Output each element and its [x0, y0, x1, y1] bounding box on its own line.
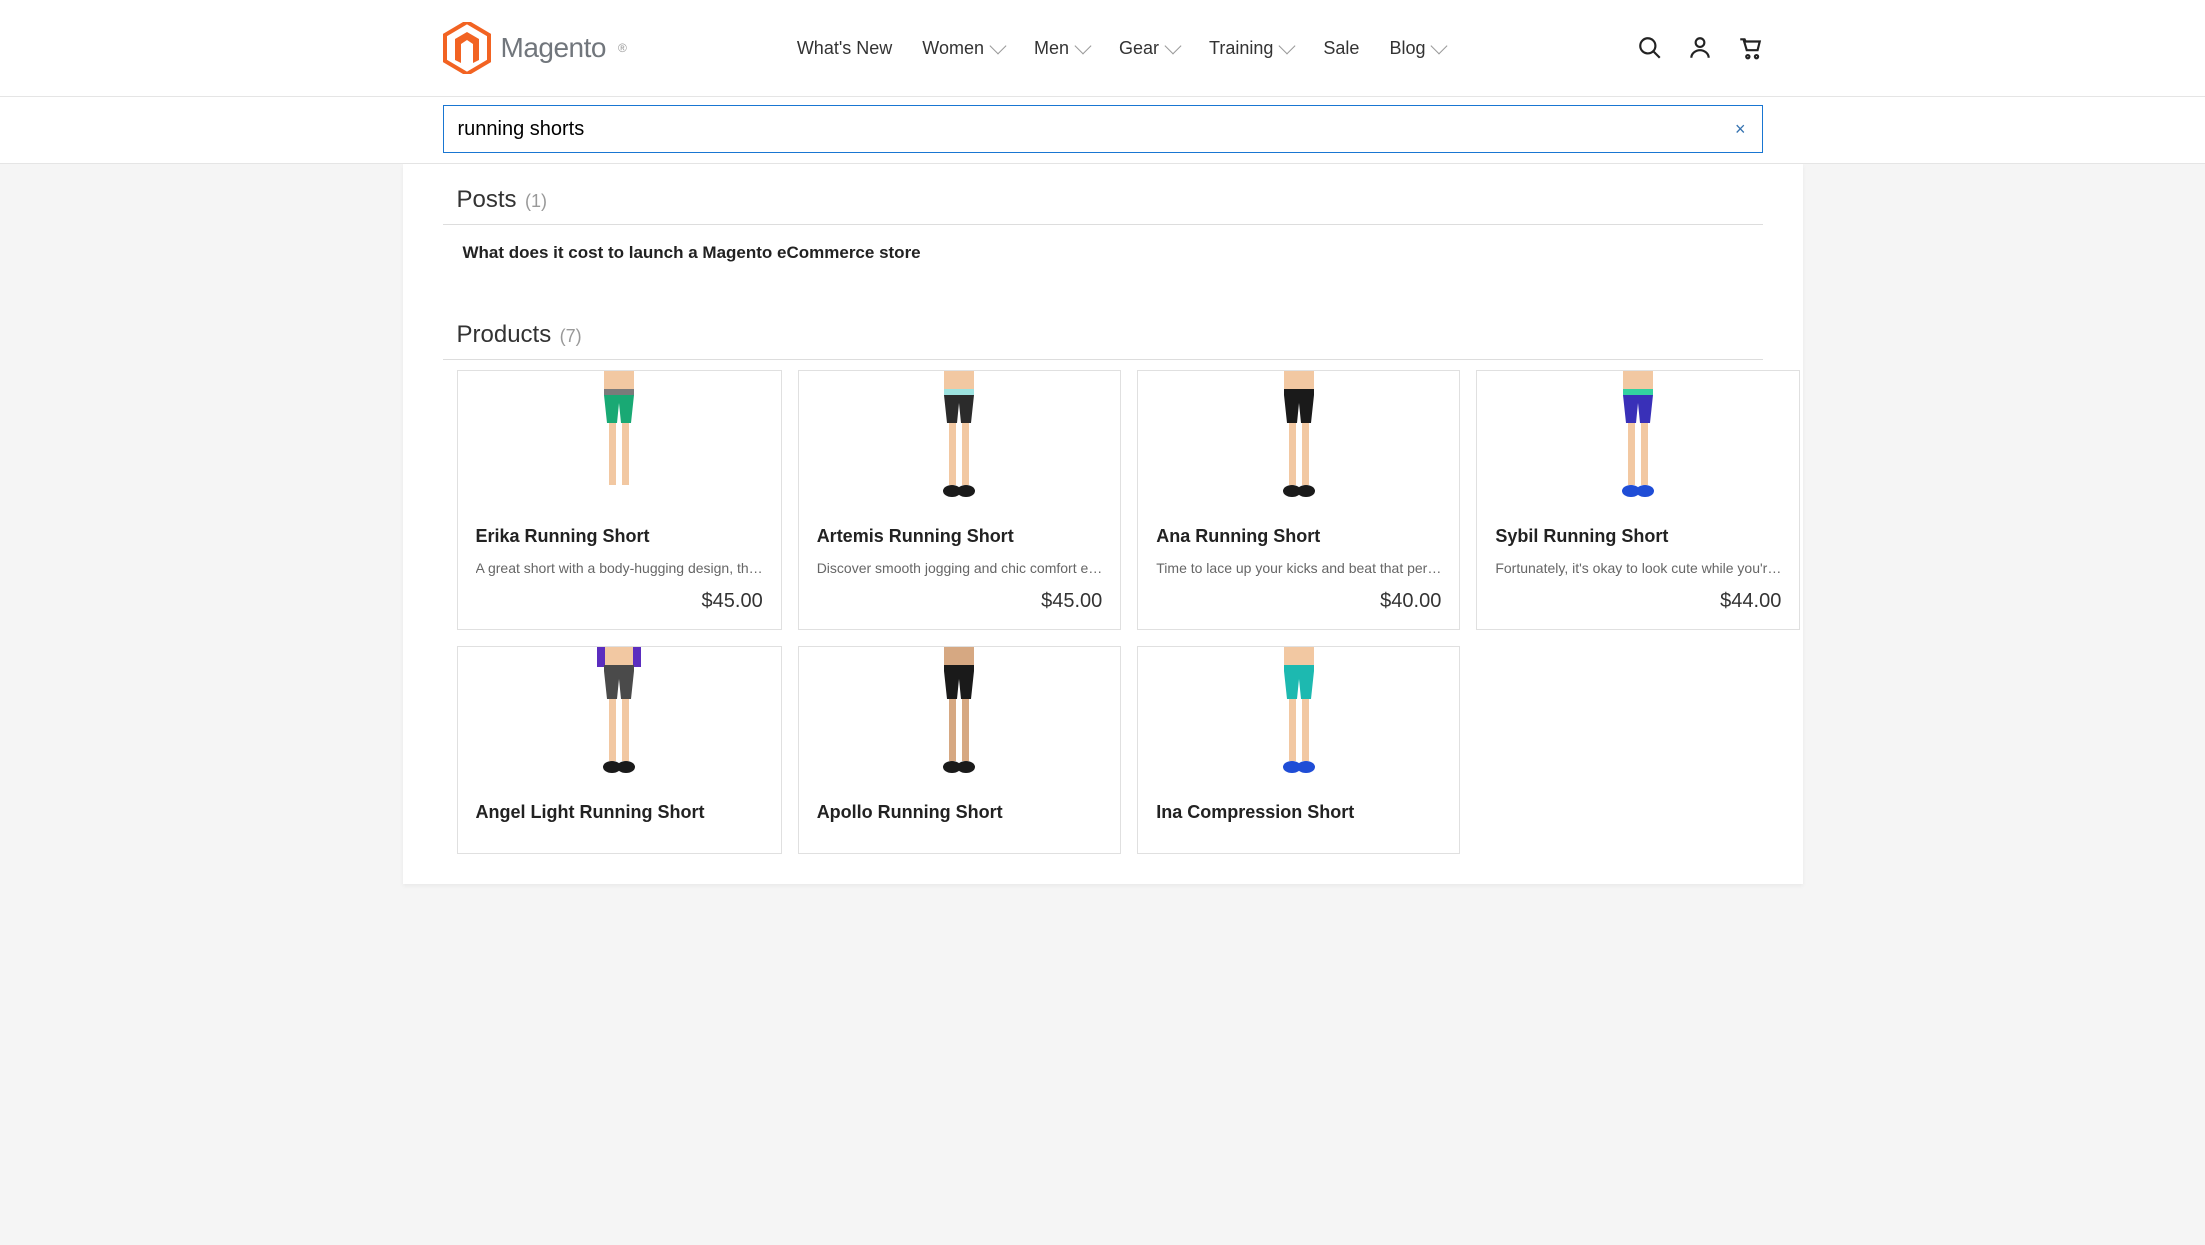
registered-mark: ® [618, 41, 627, 55]
search-clear-icon[interactable]: × [1719, 119, 1762, 140]
site-header: Magento ® What's New Women Men Gear Training S… [0, 0, 2205, 97]
nav-item-men[interactable]: Men [1034, 30, 1089, 67]
magento-logo-icon [443, 22, 491, 74]
product-name: Ina Compression Short [1156, 801, 1441, 824]
cart-icon[interactable] [1737, 35, 1763, 61]
account-icon[interactable] [1687, 35, 1713, 61]
nav-item-blog[interactable]: Blog [1389, 30, 1445, 67]
nav-item-women[interactable]: Women [922, 30, 1004, 67]
product-card[interactable]: Angel Light Running Short [457, 646, 782, 853]
product-card[interactable]: Apollo Running Short [798, 646, 1122, 853]
search-icon[interactable] [1637, 35, 1663, 61]
search-results-panel: Posts (1) What does it cost to launch a … [403, 164, 1803, 884]
nav-item-label: Blog [1389, 38, 1425, 59]
chevron-down-icon [1165, 38, 1182, 55]
product-name: Erika Running Short [476, 525, 763, 548]
search-input[interactable] [444, 106, 1719, 152]
product-image [458, 371, 781, 511]
chevron-down-icon [1431, 38, 1448, 55]
product-card[interactable]: Artemis Running Short Discover smooth jog… [798, 370, 1122, 630]
products-section-header: Products (7) [443, 281, 1763, 360]
posts-section-header: Posts (1) [443, 164, 1763, 225]
product-name: Angel Light Running Short [476, 801, 763, 824]
logo-text: Magento [501, 32, 606, 64]
product-description: Discover smooth jogging and chic comfort… [817, 560, 1103, 576]
product-image [1138, 371, 1459, 511]
post-result-item[interactable]: What does it cost to launch a Magento eC… [443, 225, 1763, 281]
nav-item-label: What's New [797, 38, 892, 59]
posts-section-count: (1) [525, 191, 547, 211]
nav-item-label: Men [1034, 38, 1069, 59]
nav-item-sale[interactable]: Sale [1323, 30, 1359, 67]
nav-item-label: Gear [1119, 38, 1159, 59]
nav-item-label: Sale [1323, 38, 1359, 59]
product-image [799, 371, 1121, 511]
product-description: Time to lace up your kicks and beat that… [1156, 560, 1441, 576]
product-name: Artemis Running Short [817, 525, 1103, 548]
chevron-down-icon [1075, 38, 1092, 55]
products-section-title: Products [457, 321, 552, 348]
product-image [1138, 647, 1459, 787]
product-card[interactable]: Ana Running Short Time to lace up your ki… [1137, 370, 1460, 630]
product-name: Apollo Running Short [817, 801, 1103, 824]
product-image [458, 647, 781, 787]
chevron-down-icon [1279, 38, 1296, 55]
product-price: $45.00 [476, 590, 763, 613]
product-image [799, 647, 1121, 787]
products-section-count: (7) [560, 326, 582, 346]
product-name: Sybil Running Short [1495, 525, 1781, 548]
product-description: A great short with a body-hugging design… [476, 560, 763, 576]
search-bar: × [0, 97, 2205, 164]
product-card[interactable]: Erika Running Short A great short with a … [457, 370, 782, 630]
product-card[interactable]: Ina Compression Short [1137, 646, 1460, 853]
nav-item-training[interactable]: Training [1209, 30, 1293, 67]
product-card[interactable]: Sybil Running Short Fortunately, it's oka… [1476, 370, 1800, 630]
product-description: Fortunately, it's okay to look cute whil… [1495, 560, 1781, 576]
product-name: Ana Running Short [1156, 525, 1441, 548]
nav-item-label: Training [1209, 38, 1273, 59]
product-price: $44.00 [1495, 590, 1781, 613]
chevron-down-icon [989, 38, 1006, 55]
product-price: $40.00 [1156, 590, 1441, 613]
product-price: $45.00 [817, 590, 1103, 613]
nav-item-what-s-new[interactable]: What's New [797, 30, 892, 67]
logo[interactable]: Magento ® [443, 22, 627, 74]
main-nav: What's New Women Men Gear Training Sale Blog [797, 30, 1637, 67]
nav-item-label: Women [922, 38, 984, 59]
product-image [1477, 371, 1799, 511]
nav-item-gear[interactable]: Gear [1119, 30, 1179, 67]
posts-section-title: Posts [457, 186, 517, 213]
